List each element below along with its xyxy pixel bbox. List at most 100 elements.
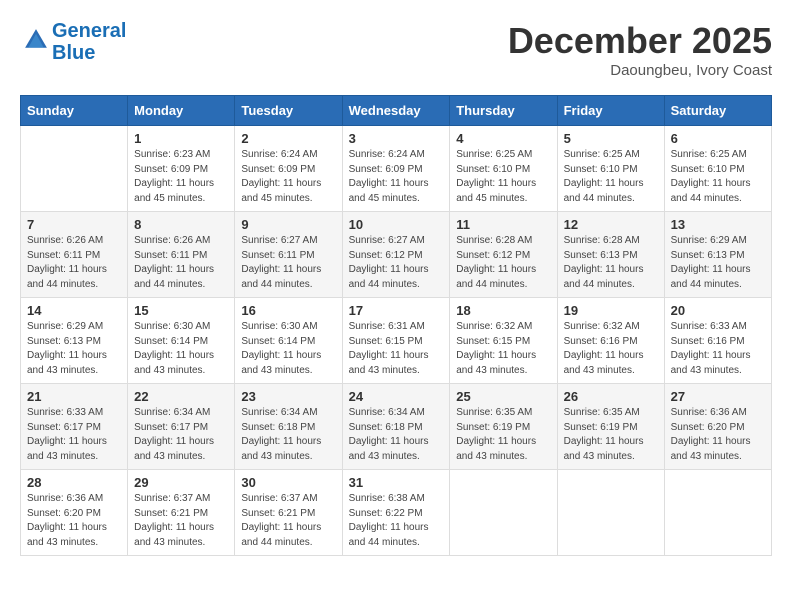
calendar-cell: 22 Sunrise: 6:34 AM Sunset: 6:17 PM Dayli…	[128, 384, 235, 470]
day-info: Sunrise: 6:37 AM Sunset: 6:21 PM Dayligh…	[241, 492, 335, 550]
calendar-cell: 14 Sunrise: 6:29 AM Sunset: 6:13 PM Dayli…	[21, 298, 128, 384]
day-number: 28	[27, 475, 121, 490]
weekday-row: SundayMondayTuesdayWednesdayThursdayFrid…	[21, 96, 772, 126]
title-block: December 2025 Daoungbeu, Ivory Coast	[508, 20, 772, 79]
weekday-header: Saturday	[664, 96, 771, 126]
day-info: Sunrise: 6:24 AM Sunset: 6:09 PM Dayligh…	[241, 148, 335, 206]
calendar-cell: 31Sunrise: 6:38 AM Sunset: 6:22 PM Dayli…	[342, 470, 450, 556]
page-header: General Blue December 2025 Daoungbeu, Iv…	[20, 20, 772, 79]
calendar-cell: 28 Sunrise: 6:36 AM Sunset: 6:20 PM Dayli…	[21, 470, 128, 556]
day-info: Sunrise: 6:25 AM Sunset: 6:10 PM Dayligh…	[456, 148, 550, 206]
calendar-cell: 30 Sunrise: 6:37 AM Sunset: 6:21 PM Dayli…	[235, 470, 342, 556]
day-number: 17	[349, 303, 444, 318]
day-info: Sunrise: 6:25 AM Sunset: 6:10 PM Dayligh…	[564, 148, 658, 206]
calendar-cell: 13Sunrise: 6:29 AM Sunset: 6:13 PM Dayli…	[664, 212, 771, 298]
calendar-cell	[21, 126, 128, 212]
day-info: Sunrise: 6:30 AM Sunset: 6:14 PM Dayligh…	[241, 320, 335, 378]
calendar-cell: 8 Sunrise: 6:26 AM Sunset: 6:11 PM Daylig…	[128, 212, 235, 298]
calendar-cell: 23 Sunrise: 6:34 AM Sunset: 6:18 PM Dayli…	[235, 384, 342, 470]
calendar-cell: 24 Sunrise: 6:34 AM Sunset: 6:18 PM Dayli…	[342, 384, 450, 470]
day-number: 3	[349, 131, 444, 146]
calendar-cell: 2 Sunrise: 6:24 AM Sunset: 6:09 PM Daylig…	[235, 126, 342, 212]
day-number: 15	[134, 303, 228, 318]
day-info: Sunrise: 6:37 AM Sunset: 6:21 PM Dayligh…	[134, 492, 228, 550]
calendar-cell: 6Sunrise: 6:25 AM Sunset: 6:10 PM Daylig…	[664, 126, 771, 212]
day-number: 16	[241, 303, 335, 318]
day-info: Sunrise: 6:27 AM Sunset: 6:12 PM Dayligh…	[349, 234, 444, 292]
day-number: 13	[671, 217, 765, 232]
calendar-week-row: 28 Sunrise: 6:36 AM Sunset: 6:20 PM Dayli…	[21, 470, 772, 556]
day-number: 30	[241, 475, 335, 490]
day-info: Sunrise: 6:32 AM Sunset: 6:16 PM Dayligh…	[564, 320, 658, 378]
calendar-cell: 19 Sunrise: 6:32 AM Sunset: 6:16 PM Dayli…	[557, 298, 664, 384]
calendar-week-row: 21 Sunrise: 6:33 AM Sunset: 6:17 PM Dayli…	[21, 384, 772, 470]
logo-line2: Blue	[52, 42, 126, 64]
day-number: 10	[349, 217, 444, 232]
calendar-cell: 12 Sunrise: 6:28 AM Sunset: 6:13 PM Dayli…	[557, 212, 664, 298]
day-number: 20	[671, 303, 765, 318]
day-number: 19	[564, 303, 658, 318]
calendar-cell	[664, 470, 771, 556]
weekday-header: Monday	[128, 96, 235, 126]
weekday-header: Thursday	[450, 96, 557, 126]
logo-line1: General	[52, 20, 126, 42]
calendar-cell: 10 Sunrise: 6:27 AM Sunset: 6:12 PM Dayli…	[342, 212, 450, 298]
day-number: 2	[241, 131, 335, 146]
calendar-header: SundayMondayTuesdayWednesdayThursdayFrid…	[21, 96, 772, 126]
day-info: Sunrise: 6:32 AM Sunset: 6:15 PM Dayligh…	[456, 320, 550, 378]
day-info: Sunrise: 6:38 AM Sunset: 6:22 PM Dayligh…	[349, 492, 444, 550]
day-info: Sunrise: 6:31 AM Sunset: 6:15 PM Dayligh…	[349, 320, 444, 378]
day-number: 22	[134, 389, 228, 404]
day-number: 18	[456, 303, 550, 318]
day-number: 24	[349, 389, 444, 404]
day-info: Sunrise: 6:29 AM Sunset: 6:13 PM Dayligh…	[27, 320, 121, 378]
day-info: Sunrise: 6:34 AM Sunset: 6:18 PM Dayligh…	[349, 406, 444, 464]
weekday-header: Wednesday	[342, 96, 450, 126]
day-info: Sunrise: 6:36 AM Sunset: 6:20 PM Dayligh…	[671, 406, 765, 464]
day-number: 27	[671, 389, 765, 404]
calendar-week-row: 1 Sunrise: 6:23 AM Sunset: 6:09 PM Daylig…	[21, 126, 772, 212]
calendar-cell: 9 Sunrise: 6:27 AM Sunset: 6:11 PM Daylig…	[235, 212, 342, 298]
calendar-cell: 18 Sunrise: 6:32 AM Sunset: 6:15 PM Dayli…	[450, 298, 557, 384]
day-info: Sunrise: 6:26 AM Sunset: 6:11 PM Dayligh…	[27, 234, 121, 292]
day-number: 7	[27, 217, 121, 232]
day-info: Sunrise: 6:36 AM Sunset: 6:20 PM Dayligh…	[27, 492, 121, 550]
day-number: 21	[27, 389, 121, 404]
day-number: 9	[241, 217, 335, 232]
calendar-cell	[450, 470, 557, 556]
weekday-header: Friday	[557, 96, 664, 126]
day-info: Sunrise: 6:26 AM Sunset: 6:11 PM Dayligh…	[134, 234, 228, 292]
day-info: Sunrise: 6:33 AM Sunset: 6:17 PM Dayligh…	[27, 406, 121, 464]
day-info: Sunrise: 6:34 AM Sunset: 6:17 PM Dayligh…	[134, 406, 228, 464]
day-info: Sunrise: 6:27 AM Sunset: 6:11 PM Dayligh…	[241, 234, 335, 292]
day-info: Sunrise: 6:25 AM Sunset: 6:10 PM Dayligh…	[671, 148, 765, 206]
calendar-cell	[557, 470, 664, 556]
calendar-cell: 3Sunrise: 6:24 AM Sunset: 6:09 PM Daylig…	[342, 126, 450, 212]
calendar-cell: 15Sunrise: 6:30 AM Sunset: 6:14 PM Dayli…	[128, 298, 235, 384]
month-title: December 2025	[508, 20, 772, 62]
day-number: 1	[134, 131, 228, 146]
day-info: Sunrise: 6:34 AM Sunset: 6:18 PM Dayligh…	[241, 406, 335, 464]
day-info: Sunrise: 6:35 AM Sunset: 6:19 PM Dayligh…	[564, 406, 658, 464]
day-number: 26	[564, 389, 658, 404]
calendar-body: 1 Sunrise: 6:23 AM Sunset: 6:09 PM Daylig…	[21, 126, 772, 556]
calendar-cell: 11Sunrise: 6:28 AM Sunset: 6:12 PM Dayli…	[450, 212, 557, 298]
day-number: 5	[564, 131, 658, 146]
calendar-cell: 21 Sunrise: 6:33 AM Sunset: 6:17 PM Dayli…	[21, 384, 128, 470]
day-number: 14	[27, 303, 121, 318]
calendar-cell: 16 Sunrise: 6:30 AM Sunset: 6:14 PM Dayli…	[235, 298, 342, 384]
day-info: Sunrise: 6:28 AM Sunset: 6:12 PM Dayligh…	[456, 234, 550, 292]
calendar-cell: 17 Sunrise: 6:31 AM Sunset: 6:15 PM Dayli…	[342, 298, 450, 384]
weekday-header: Sunday	[21, 96, 128, 126]
day-info: Sunrise: 6:28 AM Sunset: 6:13 PM Dayligh…	[564, 234, 658, 292]
day-number: 8	[134, 217, 228, 232]
day-number: 25	[456, 389, 550, 404]
calendar-cell: 27 Sunrise: 6:36 AM Sunset: 6:20 PM Dayli…	[664, 384, 771, 470]
day-number: 23	[241, 389, 335, 404]
calendar-table: SundayMondayTuesdayWednesdayThursdayFrid…	[20, 95, 772, 556]
calendar-cell: 25Sunrise: 6:35 AM Sunset: 6:19 PM Dayli…	[450, 384, 557, 470]
calendar-cell: 29Sunrise: 6:37 AM Sunset: 6:21 PM Dayli…	[128, 470, 235, 556]
day-info: Sunrise: 6:23 AM Sunset: 6:09 PM Dayligh…	[134, 148, 228, 206]
day-number: 12	[564, 217, 658, 232]
calendar-week-row: 7 Sunrise: 6:26 AM Sunset: 6:11 PM Daylig…	[21, 212, 772, 298]
